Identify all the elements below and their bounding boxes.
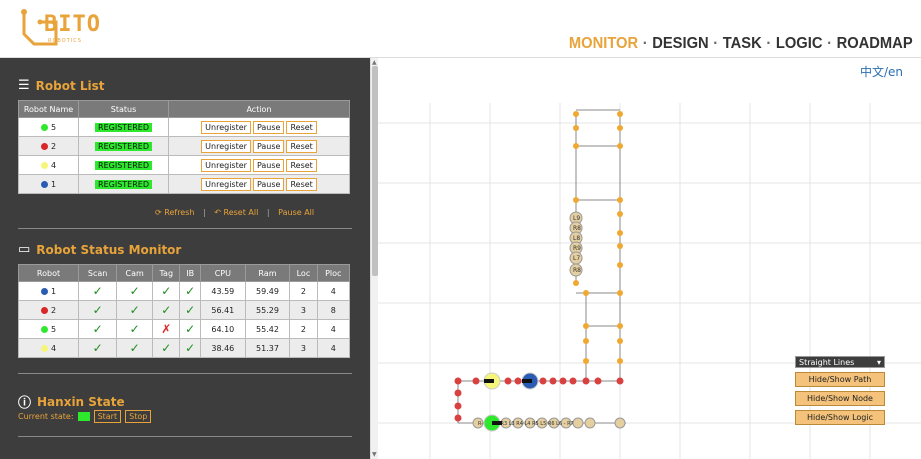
- refresh-link[interactable]: Refresh: [164, 208, 194, 217]
- start-button[interactable]: Start: [93, 410, 122, 423]
- svg-text:R8: R8: [573, 267, 581, 274]
- pause-all-link[interactable]: Pause All: [278, 208, 314, 217]
- reset-button[interactable]: Reset: [286, 158, 317, 172]
- unregister-button[interactable]: Unregister: [201, 139, 251, 153]
- pause-button[interactable]: Pause: [252, 120, 285, 134]
- sidebar-scrollbar[interactable]: ▲ ▼: [370, 58, 378, 459]
- laptop-icon: ▭: [18, 242, 31, 257]
- status-dot-icon: [40, 123, 48, 131]
- refresh-icon[interactable]: ⟳: [155, 208, 162, 217]
- status-dot-icon: [40, 161, 48, 169]
- unregister-button[interactable]: Unregister: [201, 177, 251, 191]
- sidebar: ☰ Robot List Robot Name Status Action 5 …: [0, 58, 370, 459]
- pause-button[interactable]: Pause: [252, 158, 285, 172]
- svg-text:L7: L7: [573, 255, 580, 262]
- hanxin-state-title: ⓘ Hanxin State: [18, 392, 125, 412]
- status-badge: REGISTERED: [95, 122, 152, 132]
- reset-all-icon[interactable]: ↶: [214, 208, 221, 217]
- map-paths: [457, 109, 626, 424]
- reset-all-link[interactable]: Reset All: [224, 208, 259, 217]
- status-dot-icon: [40, 344, 48, 352]
- table-row: 4 REGISTERED Unregister Pause Reset: [18, 155, 350, 175]
- status-dot-icon: [40, 287, 48, 295]
- app-header: BITO ROBOTICS MONITOR · DESIGN · TASK · …: [0, 0, 921, 79]
- toggle-node-button[interactable]: Hide/Show Node: [795, 391, 885, 406]
- robot-status-table: Robot Scan Cam Tag IB CPU Ram Loc Ploc 1…: [18, 264, 351, 358]
- hanxin-state-row: Current state: Start Stop: [18, 410, 152, 423]
- stacked-node-labels: L9 R8 L8 R9 L7 R8: [569, 211, 583, 277]
- state-indicator: [77, 412, 90, 421]
- line-mode-select[interactable]: Straight Lines ▾: [795, 356, 885, 368]
- pause-button[interactable]: Pause: [252, 177, 285, 191]
- map-controls: Straight Lines ▾ Hide/Show Path Hide/Sho…: [795, 356, 885, 425]
- list-icon: ☰: [18, 78, 30, 93]
- divider: [18, 373, 352, 374]
- brand-sub: ROBOTICS: [48, 38, 82, 44]
- status-badge: REGISTERED: [95, 160, 152, 170]
- nav-monitor[interactable]: MONITOR: [569, 35, 638, 53]
- svg-text:R8: R8: [573, 225, 581, 232]
- pause-button[interactable]: Pause: [252, 139, 285, 153]
- status-badge: REGISTERED: [95, 141, 152, 151]
- stop-button[interactable]: Stop: [125, 410, 152, 423]
- reset-button[interactable]: Reset: [286, 177, 317, 191]
- table-row: 5 ✓ ✓ ✗ ✓ 64.10 55.42 2 4: [18, 319, 351, 339]
- table-row: 4 ✓ ✓ ✓ ✓ 38.46 51.37 3 4: [18, 338, 351, 358]
- robot-list-actions: ⟳ Refresh | ↶ Reset All | Pause All: [155, 208, 315, 217]
- status-dot-icon: [40, 325, 48, 333]
- scroll-up-icon[interactable]: ▲: [372, 59, 377, 66]
- table-row: 5 REGISTERED Unregister Pause Reset: [18, 117, 350, 137]
- reset-button[interactable]: Reset: [286, 120, 317, 134]
- unregister-button[interactable]: Unregister: [201, 158, 251, 172]
- divider: [18, 228, 352, 229]
- status-dot-icon: [40, 306, 48, 314]
- unregister-button[interactable]: Unregister: [201, 120, 251, 134]
- nav-logic[interactable]: LOGIC: [776, 35, 823, 53]
- table-row: 2 ✓ ✓ ✓ ✓ 56.41 55.29 3 8: [18, 300, 351, 320]
- scroll-down-icon[interactable]: ▼: [372, 451, 377, 458]
- robot-status-monitor-title: ▭ Robot Status Monitor: [18, 242, 182, 257]
- svg-text:L9: L9: [573, 215, 580, 222]
- nav-design[interactable]: DESIGN: [653, 35, 709, 53]
- robot-list-table: Robot Name Status Action 5 REGISTERED Un…: [18, 100, 350, 194]
- toggle-path-button[interactable]: Hide/Show Path: [795, 372, 885, 387]
- reset-button[interactable]: Reset: [286, 139, 317, 153]
- top-nav: MONITOR · DESIGN · TASK · LOGIC · ROADMA…: [569, 35, 913, 53]
- table-row: 1 ✓ ✓ ✓ ✓ 43.59 59.49 2 4: [18, 281, 351, 301]
- robot-list-title: ☰ Robot List: [18, 78, 105, 93]
- svg-text:L8: L8: [573, 235, 580, 242]
- nav-roadmap[interactable]: ROADMAP: [837, 35, 913, 53]
- table-row: 2 REGISTERED Unregister Pause Reset: [18, 136, 350, 156]
- table-row: 1 REGISTERED Unregister Pause Reset: [18, 174, 350, 194]
- status-dot-icon: [40, 180, 48, 188]
- status-dot-icon: [40, 142, 48, 150]
- toggle-logic-button[interactable]: Hide/Show Logic: [795, 410, 885, 425]
- svg-text:R9: R9: [573, 245, 581, 252]
- info-icon: ⓘ: [18, 396, 32, 411]
- brand-name: BITO: [44, 12, 101, 37]
- chevron-down-icon: ▾: [876, 357, 881, 367]
- divider: [18, 436, 352, 437]
- path-nodes-red: [454, 377, 624, 422]
- status-badge: REGISTERED: [95, 179, 152, 189]
- nav-task[interactable]: TASK: [723, 35, 762, 53]
